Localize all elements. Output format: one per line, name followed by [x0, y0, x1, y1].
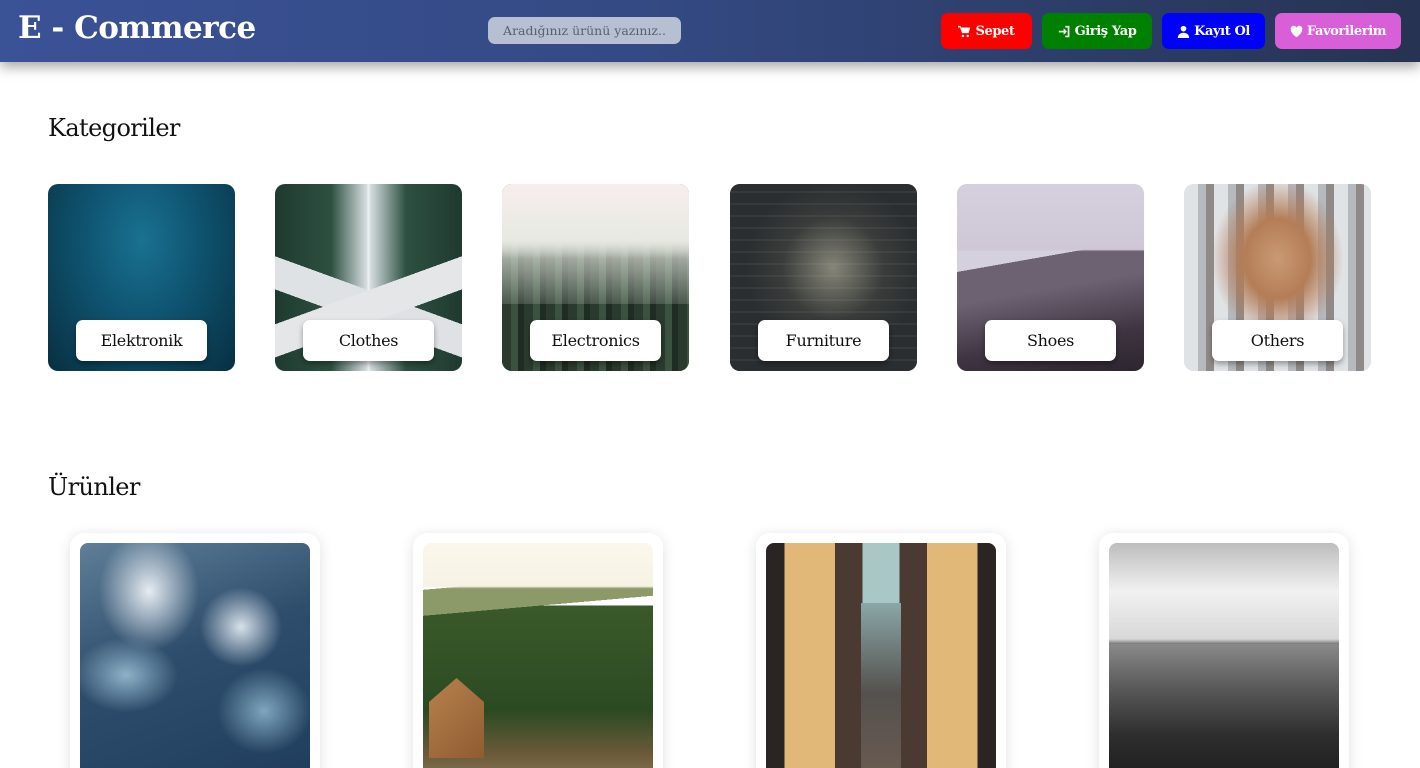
sign-in-icon [1058, 25, 1069, 37]
category-card-others[interactable]: Others [1184, 184, 1371, 371]
search-input[interactable] [488, 17, 681, 44]
brand-logo[interactable]: E - Commerce [18, 10, 256, 46]
cart-icon [958, 25, 971, 37]
favorites-button[interactable]: Favorilerim [1275, 13, 1401, 49]
products-title: Ürünler [48, 473, 140, 501]
cart-button-label: Sepet [975, 23, 1015, 39]
heart-icon [1290, 25, 1303, 37]
product-image[interactable] [80, 543, 310, 768]
product-image[interactable] [1109, 543, 1339, 768]
product-image[interactable] [766, 543, 996, 768]
cart-button[interactable]: Sepet [941, 13, 1032, 49]
category-card-elektronik[interactable]: Elektronik [48, 184, 235, 371]
category-card-electronics[interactable]: Electronics [502, 184, 689, 371]
category-label[interactable]: Clothes [303, 320, 434, 361]
favorites-button-label: Favorilerim [1306, 23, 1387, 39]
top-navbar: E - Commerce Sepet Giriş Yap Kayıt Ol Fa… [0, 0, 1420, 62]
register-button-label: Kayıt Ol [1194, 23, 1250, 39]
product-card[interactable] [70, 533, 320, 768]
user-icon [1177, 25, 1190, 38]
product-card[interactable] [413, 533, 663, 768]
category-label[interactable]: Elektronik [76, 320, 207, 361]
product-card[interactable] [1099, 533, 1349, 768]
category-label[interactable]: Electronics [530, 320, 661, 361]
register-button[interactable]: Kayıt Ol [1162, 13, 1265, 49]
category-label[interactable]: Shoes [985, 320, 1116, 361]
category-card-furniture[interactable]: Furniture [730, 184, 917, 371]
category-card-shoes[interactable]: Shoes [957, 184, 1144, 371]
category-label[interactable]: Furniture [758, 320, 889, 361]
product-image[interactable] [423, 543, 653, 768]
category-label[interactable]: Others [1212, 320, 1343, 361]
categories-title: Kategoriler [48, 114, 180, 142]
login-button[interactable]: Giriş Yap [1042, 13, 1152, 49]
category-card-clothes[interactable]: Clothes [275, 184, 462, 371]
product-card[interactable] [756, 533, 1006, 768]
login-button-label: Giriş Yap [1074, 23, 1137, 39]
